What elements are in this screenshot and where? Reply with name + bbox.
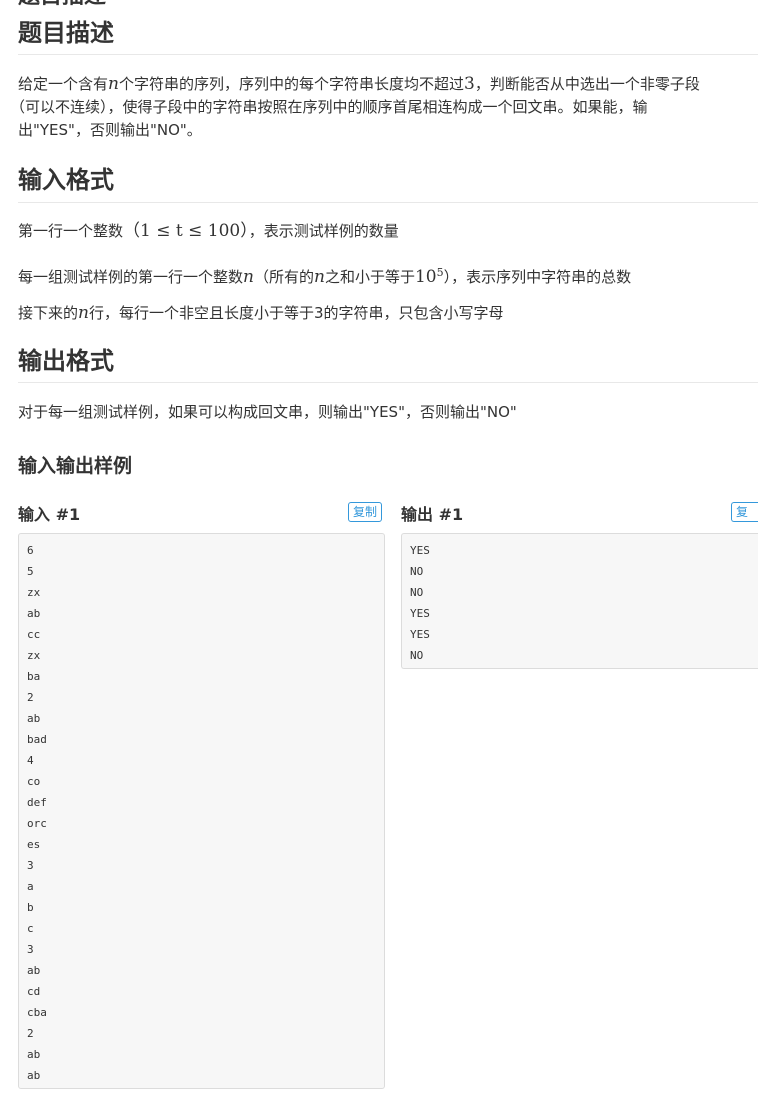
input-sample-line: 3 [27, 859, 34, 872]
output-format-divider [18, 382, 758, 383]
input-sample-line: a [27, 880, 34, 893]
input-sample-line: zx [27, 586, 41, 599]
output-format-heading: 输出格式 [18, 347, 114, 375]
input-sample-line: c [27, 922, 34, 935]
output-sample-box: YES NO NO YES YES NO [401, 533, 758, 669]
input-sample-line: 2 [27, 1027, 34, 1040]
input-format-para-3: 接下来的n行，每行一个非空且长度小于等于3的字符串，只包含小写字母 [18, 303, 504, 323]
output-sample-lines: YES NO NO YES YES NO [410, 540, 753, 666]
description-heading: 题目描述 [18, 19, 114, 47]
output-sample-line: NO [410, 565, 424, 578]
input-sample-line: cc [27, 628, 41, 641]
input-format-para-1: 第一行一个整数（1 ≤ t ≤ 100），表示测试样例的数量 [18, 221, 399, 241]
output-sample-line: YES [410, 628, 430, 641]
input-sample-box: 6 5 zx ab cc zx ba 2 ab bad 4 co def orc es 3 a b c 3 ab cd cb… [18, 533, 385, 1089]
output-sample-line: YES [410, 544, 430, 557]
output-format-para: 对于每一组测试样例，如果可以构成回文串，则输出"YES"，否则输出"NO" [18, 403, 517, 421]
input-sample-line: 4 [27, 754, 34, 767]
description-divider [18, 54, 758, 55]
description-line-2: （可以不连续），使得子段中的字符串按照在序列中的顺序首尾相连构成一个回文串。如果… [10, 98, 648, 116]
input-format-divider [18, 202, 758, 203]
input-sample-line: def [27, 796, 47, 809]
input-sample-line: zx [27, 649, 41, 662]
input-sample-line: ab [27, 607, 41, 620]
input-sample-line: ab [27, 964, 41, 977]
input-sample-line: 3 [27, 943, 34, 956]
input-sample-line: co [27, 775, 41, 788]
input-sample-line: ba [27, 670, 41, 683]
samples-heading: 输入输出样例 [18, 455, 133, 477]
description-line-1: 给定一个含有n个字符串的序列，序列中的每个字符串长度均不超过3，判断能否从中选出… [18, 74, 700, 94]
cutoff-heading: 题目描述 [18, 0, 106, 8]
input-sample-line: b [27, 901, 34, 914]
input-sample-line: ab [27, 1069, 41, 1082]
input-format-heading: 输入格式 [18, 166, 114, 194]
copy-input-button[interactable]: 复制 [348, 502, 383, 522]
input-sample-line: orc [27, 817, 47, 830]
input-sample-lines: 6 5 zx ab cc zx ba 2 ab bad 4 co def orc es 3 a b c 3 ab cd cb… [27, 540, 376, 1086]
output-sample-title: 输出 #1 [401, 505, 464, 524]
input-sample-line: ab [27, 1048, 41, 1061]
output-sample-line: NO [410, 586, 424, 599]
input-sample-line: es [27, 838, 41, 851]
input-sample-line: 6 [27, 544, 34, 557]
input-sample-line: 5 [27, 565, 34, 578]
input-sample-line: ab [27, 712, 41, 725]
input-sample-title: 输入 #1 [18, 505, 81, 524]
copy-output-button[interactable]: 复制 [731, 502, 758, 522]
input-sample-line: cba [27, 1006, 47, 1019]
input-sample-line: bad [27, 733, 47, 746]
output-sample-line: NO [410, 649, 424, 662]
input-sample-line: cd [27, 985, 41, 998]
description-text: 给定一个含有n个字符串的序列，序列中的每个字符串长度均不超过3，判断能否从中选出… [10, 73, 728, 142]
output-sample-line: YES [410, 607, 430, 620]
input-sample-line: 2 [27, 691, 34, 704]
description-line-3: 出"YES"，否则输出"NO"。 [18, 121, 202, 139]
input-format-para-2: 每一组测试样例的第一行一个整数n（所有的n之和小于等于105），表示序列中字符串… [18, 266, 632, 287]
